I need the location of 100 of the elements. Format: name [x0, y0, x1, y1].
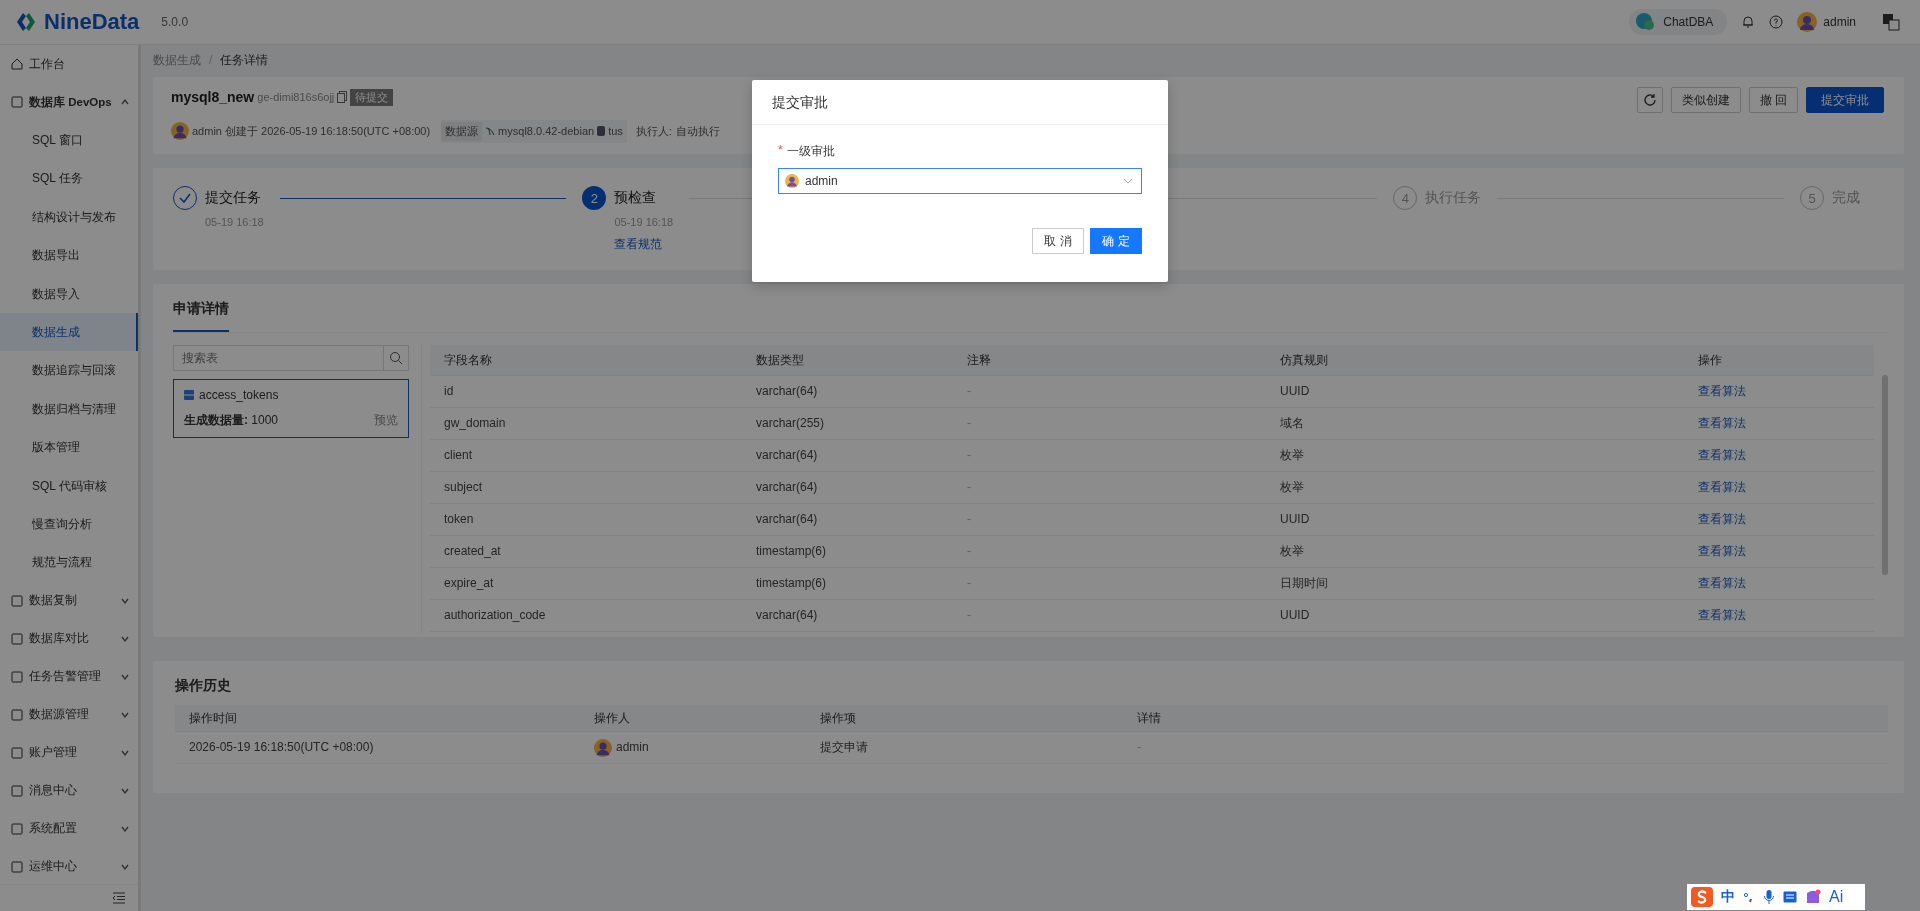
created-time: 创建于 2026-05-19 16:18:50(UTC +08:00): [224, 123, 431, 139]
collapse-icon[interactable]: [112, 892, 126, 904]
punctuation-icon[interactable]: [1743, 890, 1755, 904]
preview-link[interactable]: 预览: [374, 412, 398, 429]
view-algorithm-link[interactable]: 查看算法: [1698, 416, 1746, 430]
section-tab[interactable]: 申请详情: [173, 300, 229, 332]
table-cell: 2026-05-19 16:18:50(UTC +08:00): [175, 732, 580, 764]
column-header: 操作人: [580, 705, 806, 732]
table-cell: -: [953, 376, 1266, 408]
table-cell: authorization_code: [430, 600, 742, 632]
user-name: admin: [616, 739, 649, 756]
sidebar-subitem[interactable]: SQL 任务: [0, 159, 138, 198]
menu-item-icon: [10, 593, 24, 608]
task-name: mysql8_new: [171, 89, 255, 105]
view-algorithm-link[interactable]: 查看算法: [1698, 512, 1746, 526]
sidebar-item[interactable]: 运维中心: [0, 847, 138, 884]
action-button[interactable]: 提交审批: [1806, 87, 1884, 113]
search-button[interactable]: [384, 345, 409, 371]
step-title: 预检查: [614, 189, 657, 207]
view-rules-link[interactable]: 查看规范: [582, 236, 674, 253]
table-cell: timestamp(6): [742, 536, 953, 568]
sidebar-item[interactable]: 消息中心: [0, 771, 138, 810]
avatar-icon: [785, 174, 799, 188]
menu-item-icon: [10, 821, 24, 836]
table-cell: client: [430, 440, 742, 472]
menu-item-icon: [10, 95, 24, 109]
avatar-icon: [594, 738, 612, 757]
microphone-icon[interactable]: [1763, 889, 1775, 905]
chevron-icon: [120, 97, 130, 107]
refresh-icon: [1642, 93, 1657, 107]
sidebar-item[interactable]: 数据库对比: [0, 619, 138, 658]
table-cell: varchar(64): [742, 600, 953, 632]
view-algorithm-link[interactable]: 查看算法: [1698, 480, 1746, 494]
table-cell: 域名: [1266, 408, 1684, 440]
search-icon: [389, 351, 403, 365]
table-list-item[interactable]: access_tokens 生成数据量: 1000 预览: [173, 379, 409, 438]
user-name[interactable]: admin: [1823, 15, 1856, 29]
sidebar-subitem[interactable]: 数据导入: [0, 274, 138, 313]
column-header: 操作时间: [175, 705, 580, 732]
view-algorithm-link[interactable]: 查看算法: [1698, 608, 1746, 622]
table-cell: -: [953, 600, 1266, 632]
dialog-button[interactable]: 确 定: [1090, 228, 1142, 254]
sidebar-subitem[interactable]: 数据归档与清理: [0, 389, 138, 429]
sidebar-subitem[interactable]: 慢查询分析: [0, 504, 138, 544]
logo-text: NineData: [44, 9, 140, 35]
ime-logo-icon[interactable]: [1691, 887, 1713, 907]
bell-icon[interactable]: [1741, 15, 1756, 29]
table-cell: 日期时间: [1266, 568, 1684, 600]
logo-icon: [14, 10, 38, 34]
avatar-icon: [171, 122, 189, 140]
view-algorithm-link[interactable]: 查看算法: [1698, 544, 1746, 558]
sidebar-item[interactable]: 数据库 DevOps: [0, 83, 138, 121]
action-button[interactable]: 类似创建: [1670, 87, 1741, 113]
table-cell: varchar(255): [742, 408, 953, 440]
keyboard-icon[interactable]: [1783, 891, 1797, 903]
sidebar-item[interactable]: 系统配置: [0, 809, 138, 848]
view-algorithm-link[interactable]: 查看算法: [1698, 384, 1746, 398]
sidebar-subitem[interactable]: 数据导出: [0, 236, 138, 275]
breadcrumb-separator: /: [209, 53, 213, 67]
sidebar-item[interactable]: 账户管理: [0, 733, 138, 772]
search-field[interactable]: 搜索表: [173, 345, 384, 371]
status-tag: 待提交: [350, 88, 394, 106]
sidebar-item[interactable]: 工作台: [0, 45, 138, 83]
sidebar-subitem[interactable]: SQL 代码审核: [0, 466, 138, 505]
dropdown-icon: [1123, 176, 1133, 186]
approver-select[interactable]: admin: [778, 168, 1142, 194]
sidebar-subitem[interactable]: 数据生成: [0, 312, 138, 352]
ai-button[interactable]: Ai: [1829, 888, 1844, 906]
sidebar-subitem[interactable]: 规范与流程: [0, 543, 138, 582]
table-cell: varchar(64): [742, 440, 953, 472]
sidebar-item[interactable]: 任务告警管理: [0, 657, 138, 696]
avatar-icon[interactable]: [1797, 12, 1818, 32]
table-cell: created_at: [430, 536, 742, 568]
copy-icon[interactable]: [337, 91, 348, 103]
ai-icon: [1635, 12, 1656, 32]
scrollbar[interactable]: [1882, 375, 1888, 575]
refresh-button[interactable]: [1636, 87, 1663, 113]
help-icon[interactable]: [1769, 15, 1784, 29]
chatdba-button[interactable]: ChatDBA: [1629, 9, 1728, 35]
menu-item-icon: [10, 669, 24, 684]
datasource-label: 数据源: [441, 121, 483, 141]
table-cell: 枚举: [1266, 536, 1684, 568]
view-algorithm-link[interactable]: 查看算法: [1698, 576, 1746, 590]
sidebar-item[interactable]: 数据复制: [0, 581, 138, 620]
sidebar-subitem[interactable]: 版本管理: [0, 428, 138, 467]
table-cell: varchar(64): [742, 376, 953, 408]
view-algorithm-link[interactable]: 查看算法: [1698, 448, 1746, 462]
table-cell: id: [430, 376, 742, 408]
sidebar-subitem[interactable]: SQL 窗口: [0, 121, 138, 160]
step-indicator: 2: [582, 186, 607, 210]
sidebar-subitem[interactable]: 数据追踪与回滚: [0, 351, 138, 390]
column-header: 数据类型: [742, 345, 953, 376]
table-cell: 枚举: [1266, 440, 1684, 472]
sidebar-item[interactable]: 数据源管理: [0, 695, 138, 734]
input-mode[interactable]: 中: [1721, 888, 1735, 906]
translate-icon[interactable]: [1882, 13, 1900, 31]
breadcrumb-item: 任务详情: [220, 51, 269, 69]
dialog-button[interactable]: 取 消: [1032, 228, 1084, 254]
sidebar-subitem[interactable]: 结构设计与发布: [0, 197, 138, 237]
action-button[interactable]: 撤 回: [1748, 87, 1798, 113]
